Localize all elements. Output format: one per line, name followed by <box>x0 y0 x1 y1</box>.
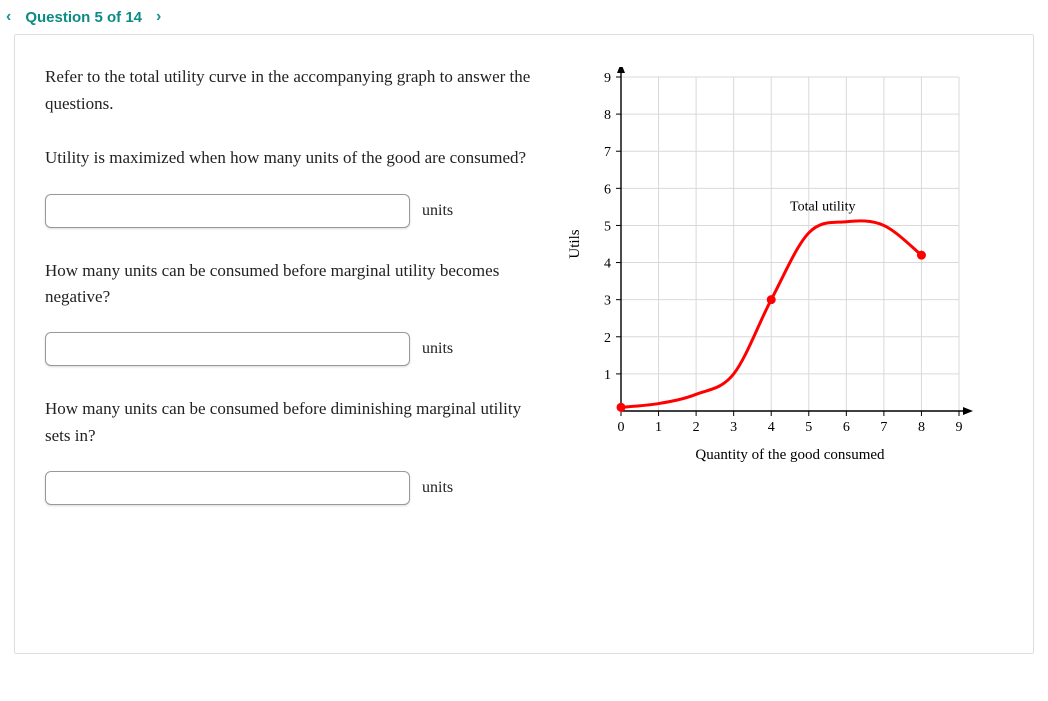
question-2-text: How many units can be consumed before ma… <box>45 258 535 311</box>
svg-text:Utils: Utils <box>567 229 583 258</box>
question-counter: Question 5 of 14 <box>25 9 142 26</box>
answer-2-input[interactable] <box>45 332 410 366</box>
units-label-1: units <box>422 202 453 220</box>
svg-text:9: 9 <box>956 420 963 435</box>
question-nav: ‹ Question 5 of 14 › <box>0 0 1048 30</box>
svg-text:2: 2 <box>693 420 700 435</box>
svg-text:0: 0 <box>618 420 625 435</box>
question-3-text: How many units can be consumed before di… <box>45 396 535 449</box>
svg-text:1: 1 <box>604 368 611 383</box>
intro-text: Refer to the total utility curve in the … <box>45 63 535 117</box>
svg-text:3: 3 <box>730 420 737 435</box>
svg-text:Total utility: Total utility <box>790 200 856 215</box>
svg-text:8: 8 <box>918 420 925 435</box>
answer-1-input[interactable] <box>45 194 410 228</box>
question-body: Refer to the total utility curve in the … <box>45 63 535 613</box>
answer-3-input[interactable] <box>45 471 410 505</box>
utility-chart: 0 1 2 3 4 5 6 7 8 9 1 2 3 4 5 6 7 8 9 Quantity of the good … <box>559 67 979 467</box>
svg-text:3: 3 <box>604 294 611 309</box>
units-label-2: units <box>422 340 453 358</box>
svg-text:Quantity of the good consumed: Quantity of the good consumed <box>695 447 885 463</box>
svg-text:8: 8 <box>604 108 611 123</box>
svg-text:2: 2 <box>604 331 611 346</box>
svg-text:4: 4 <box>604 257 611 272</box>
svg-text:9: 9 <box>604 71 611 86</box>
prev-arrow-icon[interactable]: ‹ <box>6 8 11 26</box>
svg-text:5: 5 <box>805 420 812 435</box>
svg-text:1: 1 <box>655 420 662 435</box>
svg-text:6: 6 <box>604 182 611 197</box>
next-arrow-icon[interactable]: › <box>156 8 161 26</box>
question-card: Refer to the total utility curve in the … <box>14 34 1034 654</box>
units-label-3: units <box>422 479 453 497</box>
svg-text:7: 7 <box>880 420 887 435</box>
question-1-text: Utility is maximized when how many units… <box>45 145 535 171</box>
svg-text:4: 4 <box>768 420 775 435</box>
svg-text:6: 6 <box>843 420 850 435</box>
svg-text:7: 7 <box>604 145 611 160</box>
svg-text:5: 5 <box>604 219 611 234</box>
